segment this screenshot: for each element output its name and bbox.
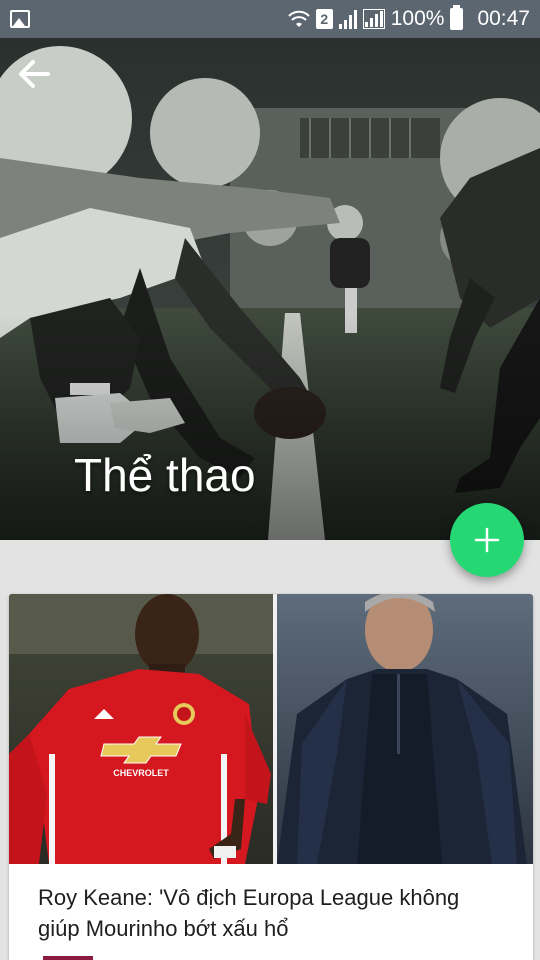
category-header-image: Thể thao	[0, 38, 540, 540]
article-title[interactable]: Roy Keane: 'Vô địch Europa League không …	[9, 864, 533, 944]
player-photo: CHEVROLET	[9, 594, 273, 864]
manager-photo	[277, 594, 533, 864]
signal-icon	[338, 9, 357, 29]
gallery-notification-icon	[10, 10, 30, 28]
signal-icon-2	[362, 9, 385, 29]
add-category-button[interactable]	[450, 503, 524, 577]
svg-text:CHEVROLET: CHEVROLET	[113, 768, 169, 778]
clock: 00:47	[477, 7, 530, 30]
category-tag-strip	[43, 956, 93, 960]
sim-slot-badge: 2	[315, 9, 333, 29]
article-thumbnail: CHEVROLET	[9, 594, 533, 864]
plus-icon	[474, 527, 500, 553]
arrow-left-icon	[19, 60, 50, 88]
status-bar: 2 100% 00:47	[0, 0, 540, 38]
battery-percent: 100%	[390, 7, 445, 30]
back-button[interactable]	[14, 54, 58, 98]
category-title: Thể thao	[74, 449, 256, 501]
battery-icon	[450, 5, 464, 30]
wifi-icon	[288, 10, 310, 27]
article-card[interactable]: CHEVROLET Roy Keane: 'Vô địch Europa Lea…	[9, 594, 533, 960]
